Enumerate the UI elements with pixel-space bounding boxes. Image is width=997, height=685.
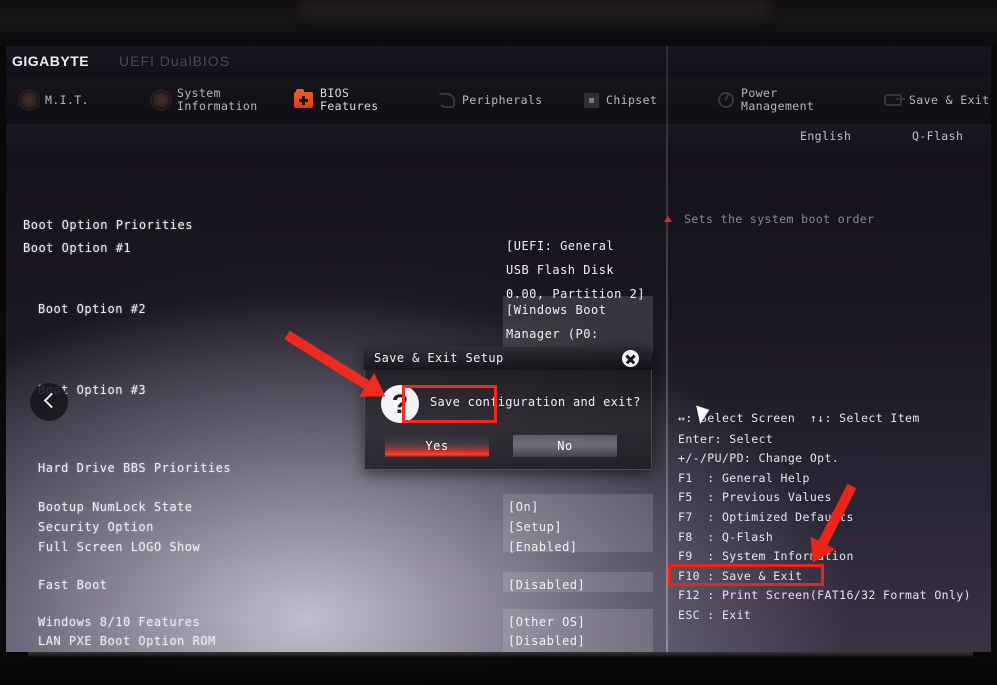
setting-label-hard-drive-bbs-priorities[interactable]: Hard Drive BBS Priorities [38,461,231,475]
gear-icon [152,91,170,109]
setting-value-lan-pxe-boot-option-rom[interactable]: [Disabled] [508,634,585,648]
settings-section-title: Boot Option Priorities [23,218,193,232]
setting-value-security-option[interactable]: [Setup] [508,520,562,534]
setting-label-fast-boot[interactable]: Fast Boot [38,578,108,592]
nav-tab-label: BIOS Features [320,86,379,113]
nav-tab-label: Save & Exit [909,92,990,107]
help-line-esc-exit: ESC : Exit [678,608,752,622]
nav-tab-mit[interactable]: M.I.T. [20,76,89,124]
brand-bar: GIGABYTE UEFI DualBIOS [6,46,991,76]
scroll-up-indicator[interactable] [664,216,672,222]
language-selector[interactable]: English [800,129,851,143]
plug-icon [438,92,455,108]
setting-value-bootup-numlock-state[interactable]: [On] [508,500,539,514]
setting-label-security-option[interactable]: Security Option [38,520,154,534]
setting-value-fast-boot[interactable]: [Disabled] [508,578,585,592]
power-icon [718,92,734,108]
panel-divider [666,46,668,652]
nav-tab-label: Chipset [606,92,658,107]
help-line-f5-previous-values: F5 : Previous Values [678,490,832,504]
exit-icon [884,94,905,106]
bezel-glare [300,0,770,22]
dialog-title: Save & Exit Setup [374,351,504,365]
nav-tab-label: M.I.T. [45,92,89,107]
nav-tab-label: Power Management [741,86,815,113]
gear-icon [20,91,38,109]
monitor-bezel-top [0,0,997,46]
help-description: Sets the system boot order [684,212,875,226]
nav-tab-system-information[interactable]: System Information [152,76,258,124]
nav-tab-save-and-exit[interactable]: Save & Exit [884,76,990,124]
bios-screen: GIGABYTE UEFI DualBIOS M.I.T. System Inf… [6,46,991,652]
nav-tab-power-management[interactable]: Power Management [718,76,814,124]
setting-value-boot-option-1[interactable]: [UEFI: General USB Flash Disk 0.00, Part… [506,234,645,306]
help-line-enter-select: Enter: Select [678,432,774,446]
chip-icon [584,92,599,108]
back-button[interactable] [30,383,68,421]
uefi-dualbios-logo: UEFI DualBIOS [119,53,231,69]
gigabyte-logo: GIGABYTE [12,53,90,69]
main-nav-bar: M.I.T. System Information BIOS Features … [6,76,991,124]
dialog-no-button[interactable]: No [513,435,617,457]
help-line-f1-general-help: F1 : General Help [678,471,810,485]
qflash-button[interactable]: Q-Flash [912,129,963,143]
nav-tab-chipset[interactable]: Chipset [584,76,657,124]
nav-tab-label: System Information [177,86,258,113]
close-icon[interactable] [622,350,639,367]
setting-label-windows-8-10-features[interactable]: Windows 8/10 Features [38,615,200,629]
help-line-change-opt: +/-/PU/PD: Change Opt. [678,451,840,465]
secondary-bar: English Q-Flash [6,124,991,150]
folder-plus-icon [294,89,313,108]
help-line-select-screen: ↔: Select Screen ↑↓: Select Item [678,411,920,425]
setting-label-full-screen-logo-show[interactable]: Full Screen LOGO Show [38,540,200,554]
help-line-f12-print-screen: F12 : Print Screen(FAT16/32 Format Only) [678,588,971,602]
setting-label-boot-option-2[interactable]: Boot Option #2 [38,302,146,316]
dialog-title-bar: Save & Exit Setup [364,347,652,370]
setting-value-full-screen-logo-show[interactable]: [Enabled] [508,540,578,554]
setting-value-windows-8-10-features[interactable]: [Other OS] [508,615,585,629]
setting-label-lan-pxe-boot-option-rom[interactable]: LAN PXE Boot Option ROM [38,634,216,648]
setting-label-boot-option-1[interactable]: Boot Option #1 [23,241,131,255]
monitor-bezel-bottom [0,655,997,685]
dialog-yes-button[interactable]: Yes [385,435,489,457]
nav-tab-peripherals[interactable]: Peripherals [438,76,543,124]
bios-photo-screenshot: GIGABYTE UEFI DualBIOS M.I.T. System Inf… [0,0,997,685]
setting-label-bootup-numlock-state[interactable]: Bootup NumLock State [38,500,193,514]
nav-tab-bios-features[interactable]: BIOS Features [294,76,379,124]
annotation-box-yes-button [402,385,497,423]
help-line-f8-qflash: F8 : Q-Flash [678,530,774,544]
annotation-box-f10-save-and-exit [668,564,824,586]
nav-tab-label: Peripherals [462,92,543,107]
